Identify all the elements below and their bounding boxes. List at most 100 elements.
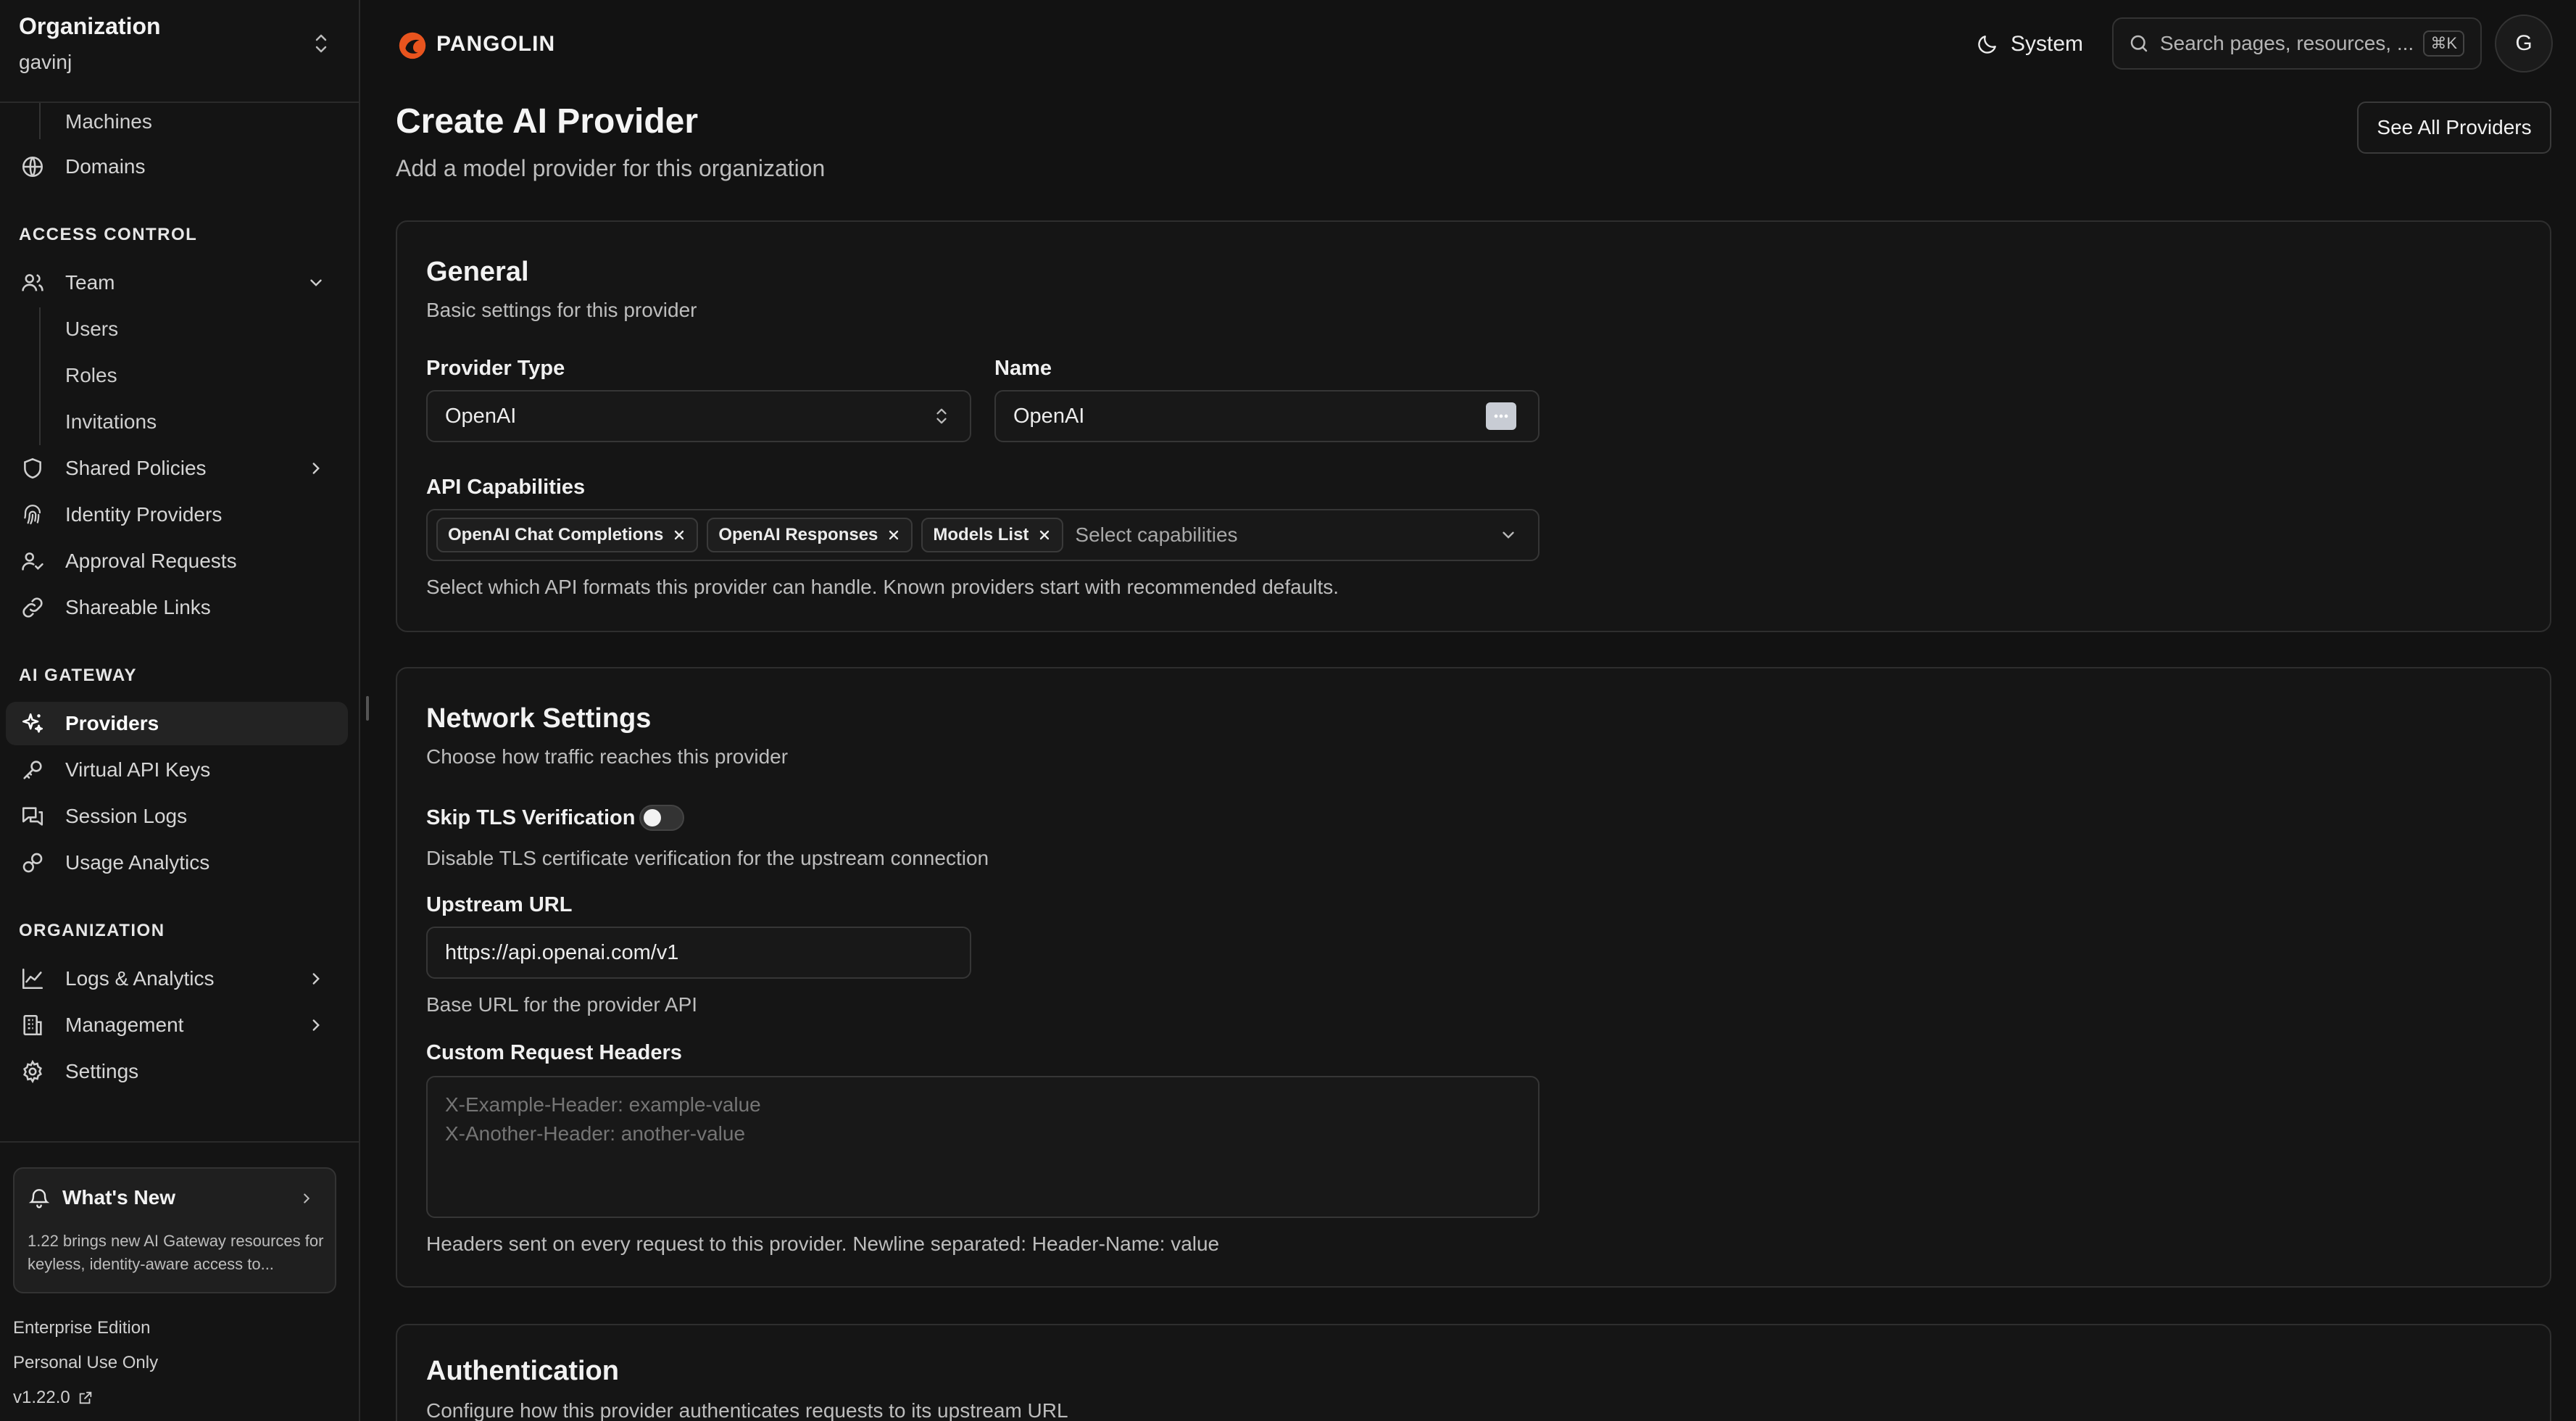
chevron-right-icon — [312, 463, 320, 474]
network-card-description: Choose how traffic reaches this provider — [426, 745, 789, 768]
custom-headers-help: Headers sent on every request to this pr… — [426, 1232, 1220, 1255]
sidebar-item-domains[interactable]: Domains — [0, 145, 359, 188]
name-input[interactable]: OpenAI — [994, 390, 1540, 442]
link-chart-icon — [22, 853, 43, 873]
fingerprint-icon — [24, 505, 41, 525]
skip-tls-label: Skip TLS Verification — [426, 806, 636, 829]
close-icon[interactable] — [886, 528, 901, 542]
sidebar-resize-handle[interactable] — [366, 696, 369, 721]
gear-icon — [23, 1059, 42, 1084]
messages-icon — [22, 807, 43, 826]
page-subtitle: Add a model provider for this organizati… — [396, 155, 826, 181]
close-icon[interactable] — [672, 528, 686, 542]
sidebar-item-label: Session Logs — [65, 805, 188, 827]
chevrons-up-down-icon — [936, 408, 947, 424]
auth-card-description: Configure how this provider authenticate… — [426, 1399, 1068, 1421]
sidebar-item-label: Virtual API Keys — [65, 758, 211, 781]
capabilities-placeholder: Select capabilities — [1075, 523, 1238, 546]
sidebar-item-usage-analytics[interactable]: Usage Analytics — [0, 841, 359, 884]
close-icon[interactable] — [1037, 528, 1052, 542]
sidebar-item-label: Shared Policies — [65, 457, 207, 479]
sidebar-item-label: Domains — [65, 155, 146, 178]
skip-tls-toggle[interactable] — [639, 805, 684, 831]
general-card-description: Basic settings for this provider — [426, 299, 697, 321]
license-label: Personal Use Only — [13, 1353, 159, 1372]
see-all-providers-button[interactable]: See All Providers — [2357, 102, 2551, 154]
api-capabilities-help: Select which API formats this provider c… — [426, 576, 1339, 598]
sidebar-item-label: Management — [65, 1014, 184, 1036]
chevron-down-icon — [310, 279, 322, 286]
general-card: General Basic settings for this provider… — [396, 220, 2551, 632]
sidebar-item-label: Approval Requests — [65, 550, 237, 572]
theme-toggle-label: System — [2011, 32, 2084, 56]
authentication-card: Authentication Configure how this provid… — [396, 1324, 2551, 1421]
bell-icon — [28, 1189, 50, 1209]
sidebar-item-roles[interactable]: Roles — [39, 354, 117, 397]
name-value: OpenAI — [1013, 404, 1085, 428]
chevrons-up-down-icon — [315, 34, 327, 53]
section-organization: ORGANIZATION — [19, 921, 165, 940]
provider-type-select[interactable]: OpenAI — [426, 390, 971, 442]
chevron-down-icon — [1503, 531, 1514, 539]
capability-tag: OpenAI Responses — [707, 518, 913, 552]
user-avatar-button[interactable]: G — [2495, 14, 2553, 72]
sidebar-item-invitations[interactable]: Invitations — [39, 400, 157, 444]
sidebar-item-label: Logs & Analytics — [65, 967, 215, 990]
provider-type-value: OpenAI — [445, 404, 517, 428]
upstream-url-input[interactable]: https://api.openai.com/v1 — [426, 927, 971, 979]
capability-tag-label: OpenAI Chat Completions — [448, 525, 664, 544]
version-label: v1.22.0 — [13, 1388, 70, 1407]
sidebar-divider — [0, 1141, 359, 1143]
sidebar-item-approval-requests[interactable]: Approval Requests — [0, 539, 359, 583]
sidebar-item-label: Providers — [65, 712, 159, 734]
whats-new-card[interactable]: What's New 1.22 brings new AI Gateway re… — [13, 1167, 336, 1293]
org-switcher-name: gavinj — [19, 51, 72, 73]
edition-label: Enterprise Edition — [13, 1318, 151, 1338]
api-capabilities-label: API Capabilities — [426, 476, 586, 499]
theme-toggle-button[interactable]: System — [1976, 26, 2083, 62]
capability-tag: Models List — [921, 518, 1064, 552]
network-card-title: Network Settings — [426, 703, 652, 734]
sidebar-item-management[interactable]: Management — [0, 1003, 359, 1047]
sidebar-item-label: Usage Analytics — [65, 851, 210, 874]
sidebar-item-settings[interactable]: Settings — [0, 1050, 359, 1093]
version-link[interactable]: v1.22.0 — [13, 1388, 94, 1408]
user-check-icon — [22, 552, 43, 571]
org-switcher[interactable]: Organization gavinj — [0, 0, 359, 103]
upstream-url-help: Base URL for the provider API — [426, 993, 698, 1016]
sidebar-item-team[interactable]: Team — [0, 261, 359, 304]
users-icon — [22, 274, 43, 291]
sidebar-item-providers[interactable]: Providers — [6, 702, 348, 745]
brand-name: PANGOLIN — [436, 32, 556, 56]
sidebar-item-shareable-links[interactable]: Shareable Links — [0, 586, 359, 629]
custom-headers-textarea[interactable] — [426, 1076, 1540, 1218]
brand-logo[interactable]: PANGOLIN — [396, 28, 555, 61]
globe-icon — [22, 156, 43, 178]
sidebar-item-identity-providers[interactable]: Identity Providers — [0, 493, 359, 536]
sidebar-item-session-logs[interactable]: Session Logs — [0, 795, 359, 838]
capability-tag-label: OpenAI Responses — [718, 525, 878, 544]
capability-tag-label: Models List — [933, 525, 1029, 544]
external-link-icon — [79, 1391, 91, 1404]
name-label: Name — [994, 357, 1052, 380]
search-box[interactable]: ⌘K — [2112, 17, 2482, 70]
search-input[interactable] — [2160, 32, 2428, 55]
pangolin-logo-icon — [399, 32, 426, 59]
sidebar-item-label: Settings — [65, 1060, 139, 1082]
sidebar-item-shared-policies[interactable]: Shared Policies — [0, 447, 359, 490]
org-switcher-title: Organization — [19, 13, 161, 39]
chevron-right-icon — [312, 973, 320, 985]
moon-icon — [1978, 36, 1996, 54]
sidebar-item-users[interactable]: Users — [39, 307, 118, 351]
sidebar-item-virtual-api-keys[interactable]: Virtual API Keys — [0, 748, 359, 792]
search-icon — [2130, 35, 2148, 52]
custom-headers-label: Custom Request Headers — [426, 1041, 682, 1064]
password-manager-icon[interactable] — [1486, 402, 1516, 430]
whats-new-body: 1.22 brings new AI Gateway resources for… — [28, 1232, 324, 1273]
upstream-url-value: https://api.openai.com/v1 — [445, 940, 679, 964]
api-capabilities-multiselect[interactable]: OpenAI Chat Completions OpenAI Responses… — [426, 509, 1540, 561]
page-title: Create AI Provider — [396, 102, 699, 141]
sidebar-item-logs-analytics[interactable]: Logs & Analytics — [0, 957, 359, 1000]
sidebar-item-machines[interactable]: Machines — [39, 100, 152, 144]
general-card-title: General — [426, 257, 529, 287]
